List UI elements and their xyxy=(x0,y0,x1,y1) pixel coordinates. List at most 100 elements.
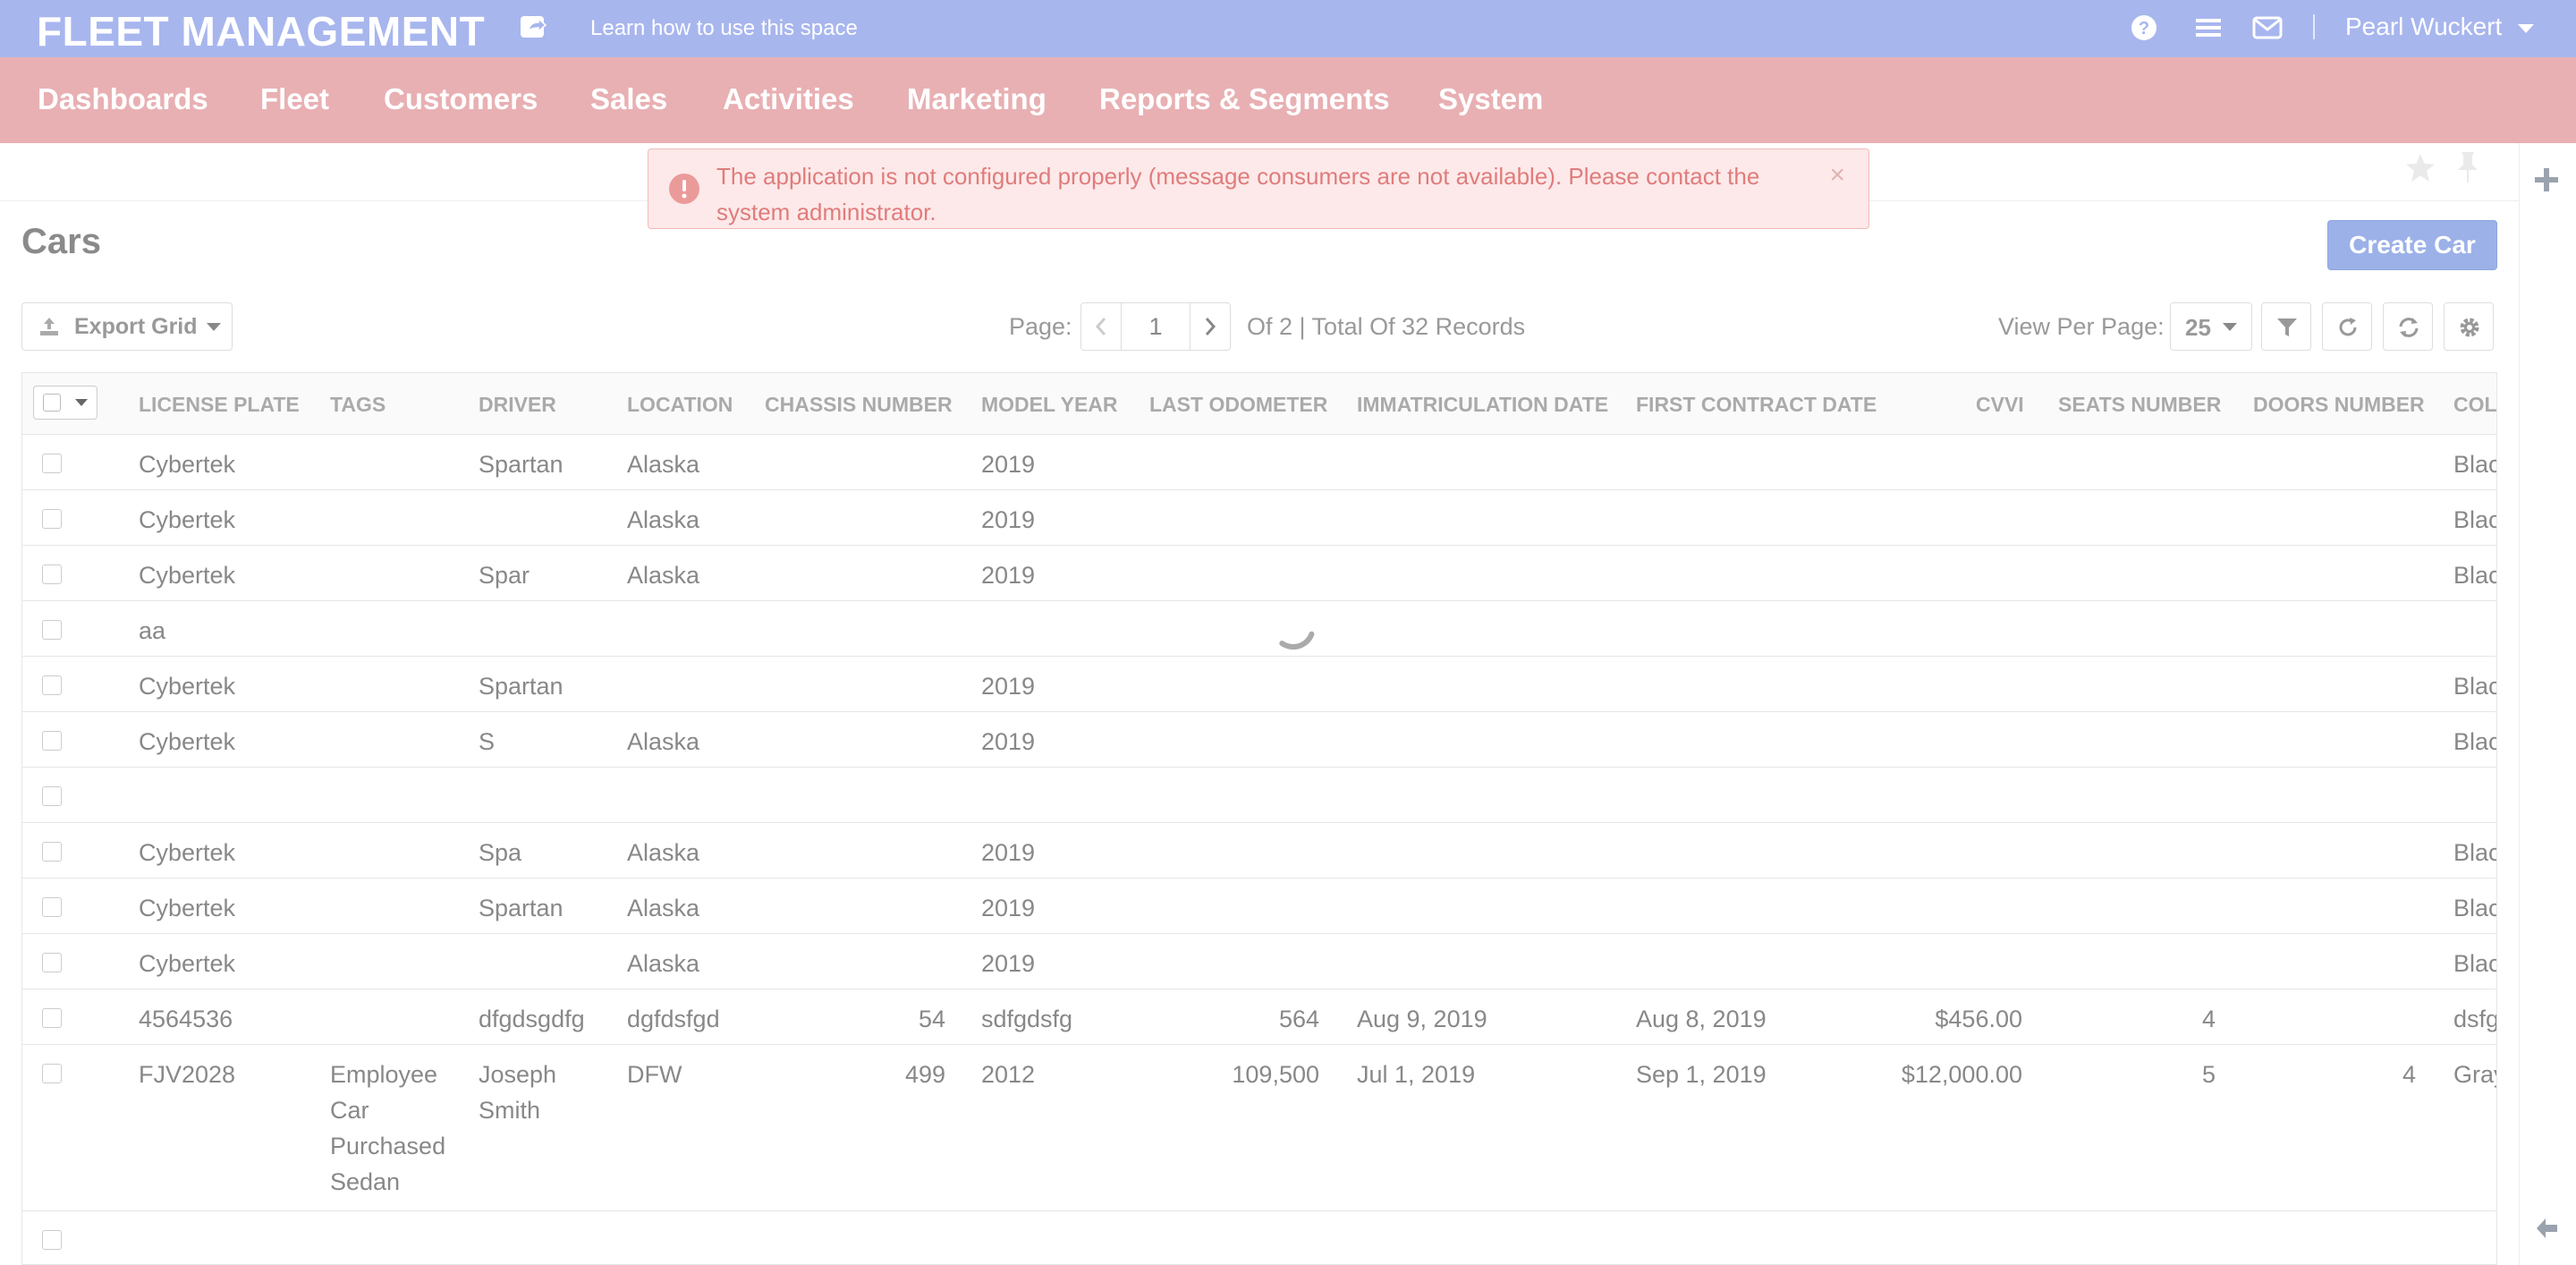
column-model-year[interactable]: MODEL YEAR xyxy=(981,393,1118,417)
column-location[interactable]: LOCATION xyxy=(627,393,733,417)
cell-color: dsfg xyxy=(2453,1006,2497,1032)
table-row[interactable]: Cybertek Alaska 2019 Blac xyxy=(22,489,2496,546)
export-grid-button[interactable]: Export Grid xyxy=(21,302,233,351)
exclamation-icon xyxy=(669,174,699,204)
pin-icon[interactable] xyxy=(2454,150,2481,184)
column-license-plate[interactable]: LICENSE PLATE xyxy=(139,393,300,417)
gear-icon xyxy=(2460,318,2479,337)
upload-icon xyxy=(40,318,58,335)
table-row[interactable]: Cybertek Spa Alaska 2019 Blac xyxy=(22,822,2497,879)
table-row[interactable]: Cybertek Spartan 2019 Blac xyxy=(22,656,2496,712)
cell-license-plate: FJV2028 xyxy=(139,1061,236,1088)
page-number-input[interactable]: 1 xyxy=(1121,303,1191,350)
help-link[interactable]: Learn how to use this space xyxy=(590,16,858,41)
cell-license-plate: 4564536 xyxy=(139,1006,233,1032)
cell-model-year: 2019 xyxy=(981,673,1036,700)
create-car-button[interactable]: Create Car xyxy=(2327,220,2497,270)
star-icon[interactable] xyxy=(2404,152,2436,184)
nav-marketing[interactable]: Marketing xyxy=(907,82,1046,116)
share-icon[interactable] xyxy=(519,13,549,41)
row-checkbox[interactable] xyxy=(42,675,62,695)
table-row[interactable]: 4564536 dfgdsgdfg dgfdsfgd 54 sdfgdsfg 564 Aug… xyxy=(22,989,2497,1045)
column-driver[interactable]: DRIVER xyxy=(479,393,556,417)
question-icon[interactable]: ? xyxy=(2129,13,2159,43)
row-checkbox[interactable] xyxy=(42,509,62,529)
nav-system[interactable]: System xyxy=(1438,82,1543,116)
refresh-button[interactable] xyxy=(2322,302,2372,351)
nav-activities[interactable]: Activities xyxy=(723,82,854,116)
table-row[interactable]: Cybertek Spartan Alaska 2019 Blac xyxy=(22,878,2497,934)
table-row[interactable]: FJV2028 Employee Car Purchased Sedan Josep… xyxy=(22,1044,2496,1211)
cell-license-plate: Cybertek xyxy=(139,950,236,977)
cell-color: Blac xyxy=(2453,895,2497,921)
view-per-page-select[interactable]: 25 xyxy=(2170,302,2252,351)
cell-driver: Spartan xyxy=(479,451,564,478)
filter-button[interactable] xyxy=(2261,302,2311,351)
cell-license-plate: Cybertek xyxy=(139,839,236,866)
row-checkbox[interactable] xyxy=(42,1230,62,1250)
cell-driver: Spartan xyxy=(479,895,564,921)
table-row[interactable] xyxy=(22,1210,2496,1264)
row-checkbox[interactable] xyxy=(42,1008,62,1028)
column-color[interactable]: COL xyxy=(2453,393,2496,417)
row-checkbox[interactable] xyxy=(42,842,62,862)
column-immatriculation-date[interactable]: IMMATRICULATION DATE xyxy=(1357,393,1608,417)
envelope-icon[interactable] xyxy=(2252,13,2283,43)
table-row[interactable]: Cybertek Spartan Alaska 2019 Blac xyxy=(22,434,2496,490)
table-row[interactable] xyxy=(22,767,2496,823)
table-row[interactable]: Cybertek Spar Alaska 2019 Blac xyxy=(22,545,2496,601)
row-checkbox[interactable] xyxy=(42,565,62,584)
column-tags[interactable]: TAGS xyxy=(330,393,386,417)
table-row[interactable]: aa xyxy=(22,600,2496,657)
column-last-odometer[interactable]: LAST ODOMETER xyxy=(1149,393,1327,417)
row-checkbox[interactable] xyxy=(42,953,62,972)
table-row[interactable]: Cybertek Alaska 2019 Blac xyxy=(22,933,2496,989)
cell-model-year: 2019 xyxy=(981,562,1036,589)
cell-model-year: 2019 xyxy=(981,506,1036,533)
column-seats-number[interactable]: SEATS NUMBER xyxy=(2058,393,2221,417)
cell-color: Blac xyxy=(2453,728,2497,755)
nav-reports-segments[interactable]: Reports & Segments xyxy=(1099,82,1390,116)
grid-header: LICENSE PLATE TAGS DRIVER LOCATION CHASS… xyxy=(22,373,2496,435)
cell-location: Alaska xyxy=(627,728,700,755)
select-all-checkbox[interactable] xyxy=(43,394,61,412)
row-checkbox[interactable] xyxy=(42,620,62,640)
nav-dashboards[interactable]: Dashboards xyxy=(38,82,208,116)
mass-select-dropdown[interactable] xyxy=(33,386,97,420)
cell-model-year: 2019 xyxy=(981,728,1036,755)
user-menu[interactable]: Pearl Wuckert xyxy=(2345,13,2535,41)
error-alert: The application is not configured proper… xyxy=(648,149,1869,229)
nav-fleet[interactable]: Fleet xyxy=(260,82,329,116)
table-row[interactable]: Cybertek S Alaska 2019 Blac xyxy=(22,711,2497,768)
column-cvvi[interactable]: CVVI xyxy=(1976,393,2024,417)
menu-icon[interactable] xyxy=(2193,13,2224,43)
cell-color: Blac xyxy=(2453,839,2497,866)
top-bar: FLEET MANAGEMENT Learn how to use this s… xyxy=(0,0,2576,57)
user-name: Pearl Wuckert xyxy=(2345,13,2503,40)
reset-button[interactable] xyxy=(2383,302,2433,351)
chevron-right-icon[interactable] xyxy=(1191,303,1230,350)
arrow-left-icon[interactable] xyxy=(2533,1215,2560,1242)
cell-doors-number: 4 xyxy=(2402,1061,2416,1088)
close-icon[interactable]: × xyxy=(1829,160,1845,191)
plus-icon[interactable] xyxy=(2533,166,2560,193)
cell-location: DFW xyxy=(627,1061,682,1088)
column-chassis-number[interactable]: CHASSIS NUMBER xyxy=(765,393,953,417)
brand-logo[interactable]: FLEET MANAGEMENT xyxy=(37,7,485,55)
row-checkbox[interactable] xyxy=(42,454,62,473)
cell-tags: Employee Car Purchased Sedan xyxy=(330,1061,446,1195)
grid-settings-button[interactable] xyxy=(2444,302,2494,351)
row-checkbox[interactable] xyxy=(42,897,62,917)
row-checkbox[interactable] xyxy=(42,1064,62,1083)
cars-grid: LICENSE PLATE TAGS DRIVER LOCATION CHASS… xyxy=(21,372,2497,1265)
row-checkbox[interactable] xyxy=(42,731,62,751)
chevron-left-icon[interactable] xyxy=(1081,303,1121,350)
column-first-contract-date[interactable]: FIRST CONTRACT DATE xyxy=(1636,393,1877,417)
cell-license-plate: Cybertek xyxy=(139,506,236,533)
row-checkbox[interactable] xyxy=(42,786,62,806)
cell-license-plate: Cybertek xyxy=(139,562,236,589)
nav-customers[interactable]: Customers xyxy=(384,82,538,116)
column-doors-number[interactable]: DOORS NUMBER xyxy=(2253,393,2425,417)
cell-driver: S xyxy=(479,728,496,755)
nav-sales[interactable]: Sales xyxy=(590,82,667,116)
